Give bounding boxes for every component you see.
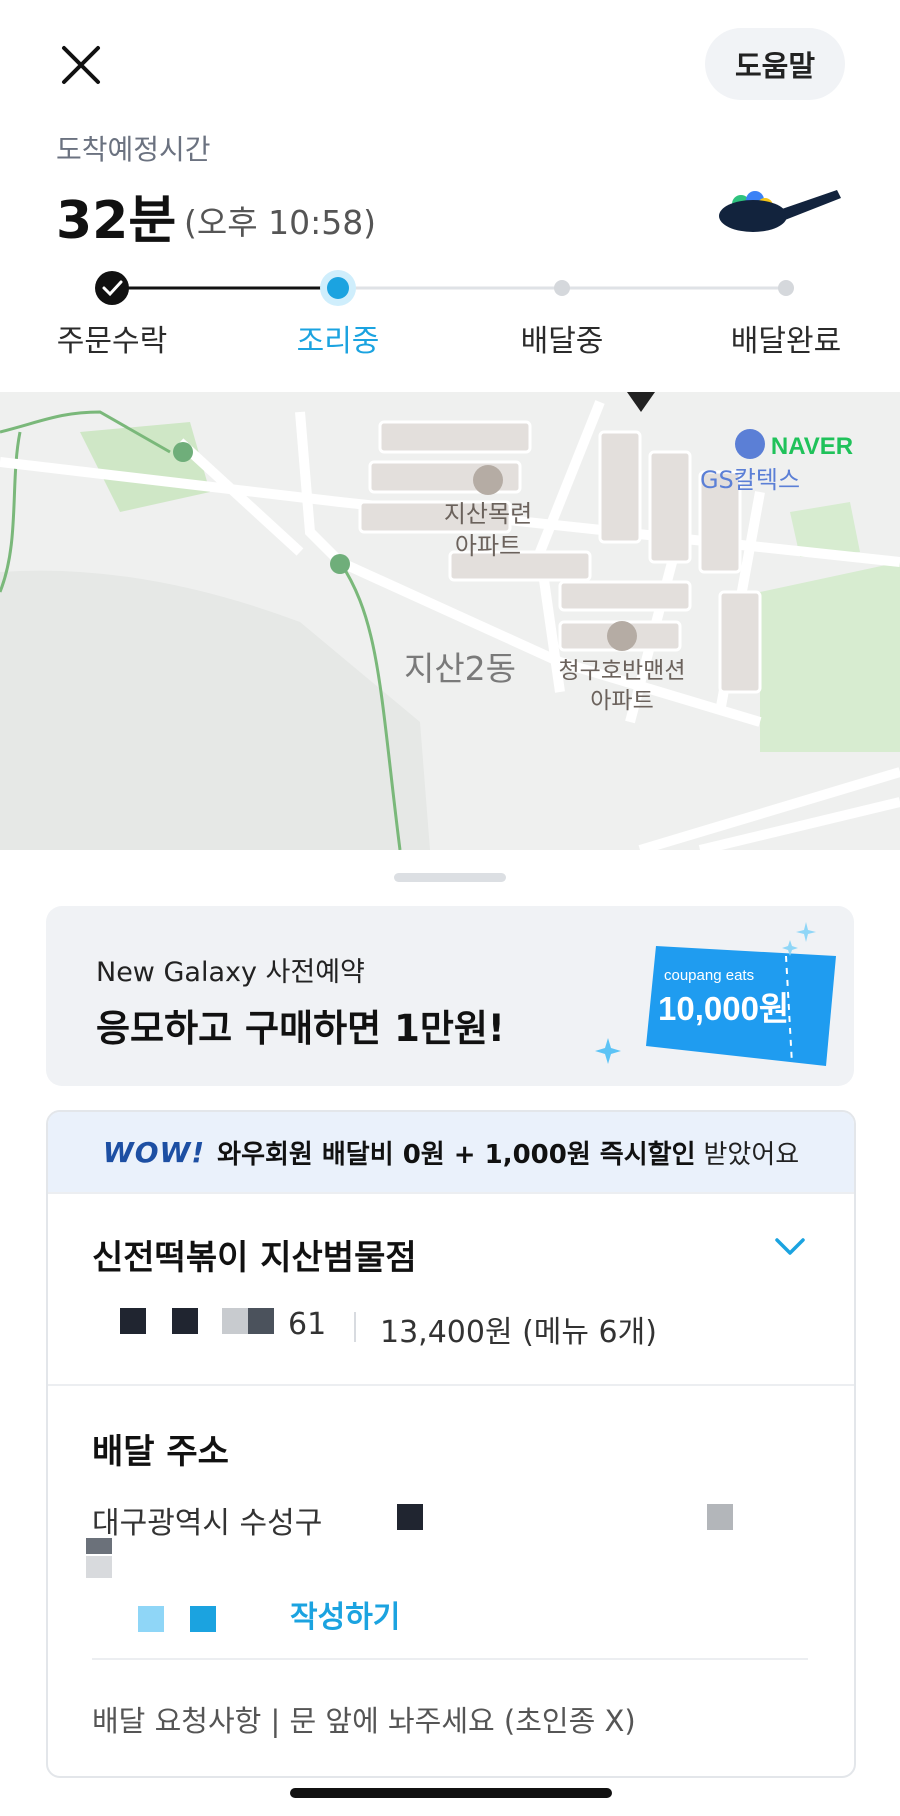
step-done-icon — [95, 271, 129, 305]
redaction-block — [86, 1538, 112, 1554]
svg-text:GS칼텍스: GS칼텍스 — [700, 466, 800, 494]
redaction-block — [397, 1504, 423, 1530]
redaction-block — [248, 1308, 274, 1334]
divider — [92, 1658, 808, 1660]
wow-membership-banner: WOW! 와우회원 배달비 0원 + 1,000원 즉시할인 받았어요 — [48, 1112, 854, 1192]
divider — [48, 1192, 854, 1194]
expand-order-button[interactable] — [772, 1232, 808, 1260]
help-button[interactable]: 도움말 — [705, 28, 845, 100]
redaction-block — [222, 1308, 248, 1334]
close-button[interactable] — [52, 36, 112, 96]
order-progress-track — [95, 270, 794, 306]
svg-text:아파트: 아파트 — [590, 688, 653, 714]
order-number: 61 — [288, 1307, 327, 1342]
sparkle-icon — [595, 1038, 621, 1064]
divider — [48, 1384, 854, 1386]
home-indicator — [290, 1788, 612, 1798]
separator — [354, 1312, 356, 1342]
promo-title: 응모하고 구매하면 1만원! — [96, 1007, 505, 1050]
sparkle-icon — [796, 922, 816, 942]
eta-minutes: 32분 — [56, 191, 177, 251]
order-total: 13,400원 (메뉴 6개) — [380, 1315, 657, 1350]
redaction-block — [190, 1606, 216, 1632]
svg-text:지산목련: 지산목련 — [444, 500, 532, 528]
promo-banner[interactable]: New Galaxy 사전예약 응모하고 구매하면 1만원! coupang e… — [46, 906, 854, 1086]
promo-subtitle: New Galaxy 사전예약 — [96, 957, 365, 988]
step-label-accepted: 주문수락 — [56, 324, 168, 359]
delivery-address: 대구광역시 수성구 — [92, 1506, 323, 1541]
wow-benefit-text: 와우회원 배달비 0원 + 1,000원 즉시할인 — [217, 1139, 696, 1170]
step-pending-icon — [778, 280, 794, 296]
eta-time: (오후 10:58) — [184, 203, 377, 242]
chevron-down-icon — [775, 1238, 805, 1255]
delivery-map[interactable]: 지산목련 아파트 지산2동 청구호반맨션 아파트 GS칼텍스 NAVER — [0, 392, 900, 850]
step-pending-icon — [554, 280, 570, 296]
svg-text:아파트: 아파트 — [455, 532, 521, 560]
frying-pan-icon — [715, 180, 845, 250]
wow-benefit-suffix: 받았어요 — [703, 1139, 800, 1170]
svg-text:NAVER: NAVER — [771, 433, 853, 460]
bottom-sheet-handle[interactable] — [394, 873, 506, 882]
coupon-illustration: coupang eats 10,000원 — [595, 922, 836, 1066]
delivery-address-title: 배달 주소 — [92, 1432, 229, 1472]
step-label-delivering: 배달중 — [520, 324, 604, 359]
step-label-cooking: 조리중 — [296, 324, 380, 359]
svg-text:청구호반맨션: 청구호반맨션 — [559, 658, 686, 684]
redaction-block — [86, 1556, 112, 1578]
redaction-block — [120, 1308, 146, 1334]
redaction-block — [138, 1606, 164, 1632]
svg-text:10,000원: 10,000원 — [658, 990, 789, 1027]
close-icon — [62, 46, 100, 84]
svg-text:지산2동: 지산2동 — [404, 649, 516, 688]
redaction-block — [172, 1308, 198, 1334]
step-label-delivered: 배달완료 — [730, 324, 842, 359]
svg-text:coupang eats: coupang eats — [664, 967, 754, 984]
wow-logo: WOW! — [102, 1135, 206, 1169]
redaction-block — [707, 1504, 733, 1530]
store-name: 신전떡볶이 지산범물점 — [92, 1238, 417, 1278]
delivery-request: 배달 요청사항 | 문 앞에 놔주세요 (초인종 X) — [92, 1704, 636, 1738]
write-review-link[interactable]: 작성하기 — [290, 1592, 400, 1636]
step-current-icon — [320, 270, 356, 306]
eta-label: 도착예정시간 — [56, 133, 211, 166]
